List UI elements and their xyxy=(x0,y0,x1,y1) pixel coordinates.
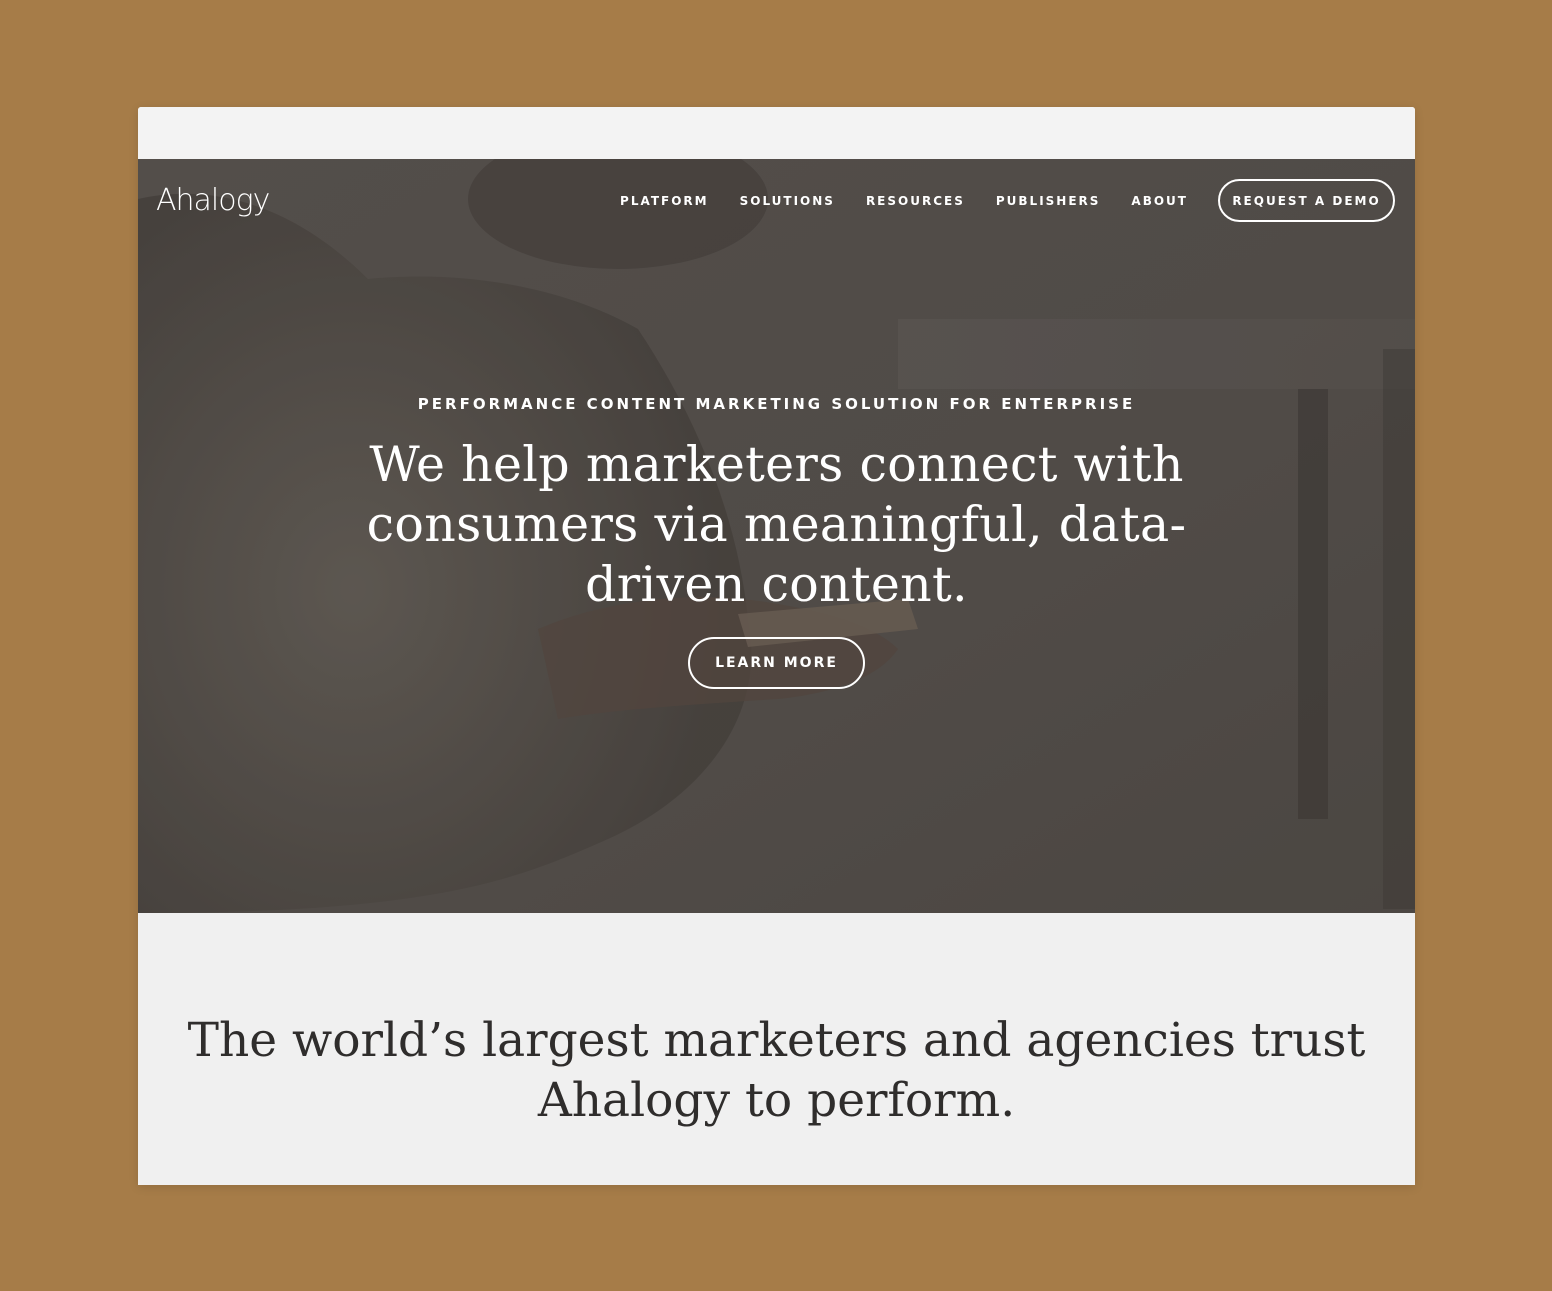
main-nav: PLATFORM SOLUTIONS RESOURCES PUBLISHERS … xyxy=(620,179,1395,222)
hero-eyebrow: PERFORMANCE CONTENT MARKETING SOLUTION F… xyxy=(417,395,1136,413)
hero-content: PERFORMANCE CONTENT MARKETING SOLUTION F… xyxy=(138,395,1415,689)
hero-headline: We help marketers connect with consumers… xyxy=(366,436,1187,613)
nav-item-solutions[interactable]: SOLUTIONS xyxy=(740,194,835,208)
nav-item-about[interactable]: ABOUT xyxy=(1131,194,1188,208)
nav-item-publishers[interactable]: PUBLISHERS xyxy=(996,194,1101,208)
learn-more-button[interactable]: LEARN MORE xyxy=(688,637,865,689)
nav-item-resources[interactable]: RESOURCES xyxy=(866,194,965,208)
request-demo-button[interactable]: REQUEST A DEMO xyxy=(1218,179,1395,222)
nav-item-platform[interactable]: PLATFORM xyxy=(620,194,709,208)
browser-chrome-bar xyxy=(138,107,1415,159)
browser-window: Ahalogy PLATFORM SOLUTIONS RESOURCES PUB… xyxy=(138,107,1415,1185)
site-logo[interactable]: Ahalogy xyxy=(156,177,270,225)
trust-statement: The world’s largest marketers and agenci… xyxy=(187,1013,1366,1128)
trust-section: The world’s largest marketers and agenci… xyxy=(138,913,1415,1185)
hero-section: Ahalogy PLATFORM SOLUTIONS RESOURCES PUB… xyxy=(138,159,1415,913)
